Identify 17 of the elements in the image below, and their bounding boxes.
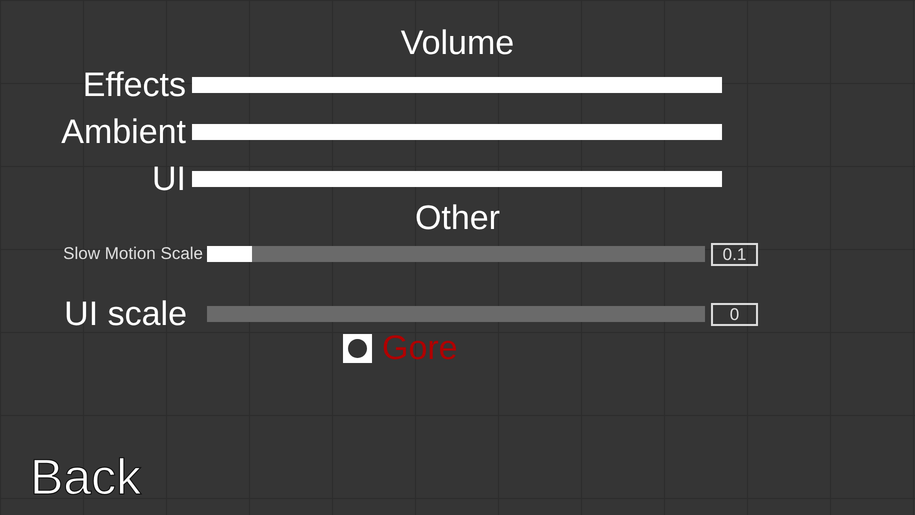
checkbox[interactable]	[343, 334, 372, 362]
value-field[interactable]: 0.1	[711, 242, 758, 266]
back-button[interactable]: Back	[30, 449, 142, 505]
section-title: Volume	[400, 25, 514, 61]
volume-slider[interactable]	[192, 124, 722, 140]
checkbox-label: Gore	[382, 330, 458, 366]
section-title: Other	[414, 200, 500, 236]
volume-slider[interactable]	[192, 76, 722, 92]
slider-label: UI	[151, 160, 187, 198]
slider[interactable]	[207, 246, 705, 262]
slider[interactable]	[207, 306, 705, 322]
slider-label: Ambient	[60, 112, 187, 150]
slider-label: Effects	[82, 66, 187, 104]
slider-label: UI scale	[63, 294, 188, 334]
value-field[interactable]: 0	[711, 302, 758, 326]
slider-label: Slow Motion Scale	[62, 243, 204, 266]
volume-slider[interactable]	[192, 170, 722, 186]
